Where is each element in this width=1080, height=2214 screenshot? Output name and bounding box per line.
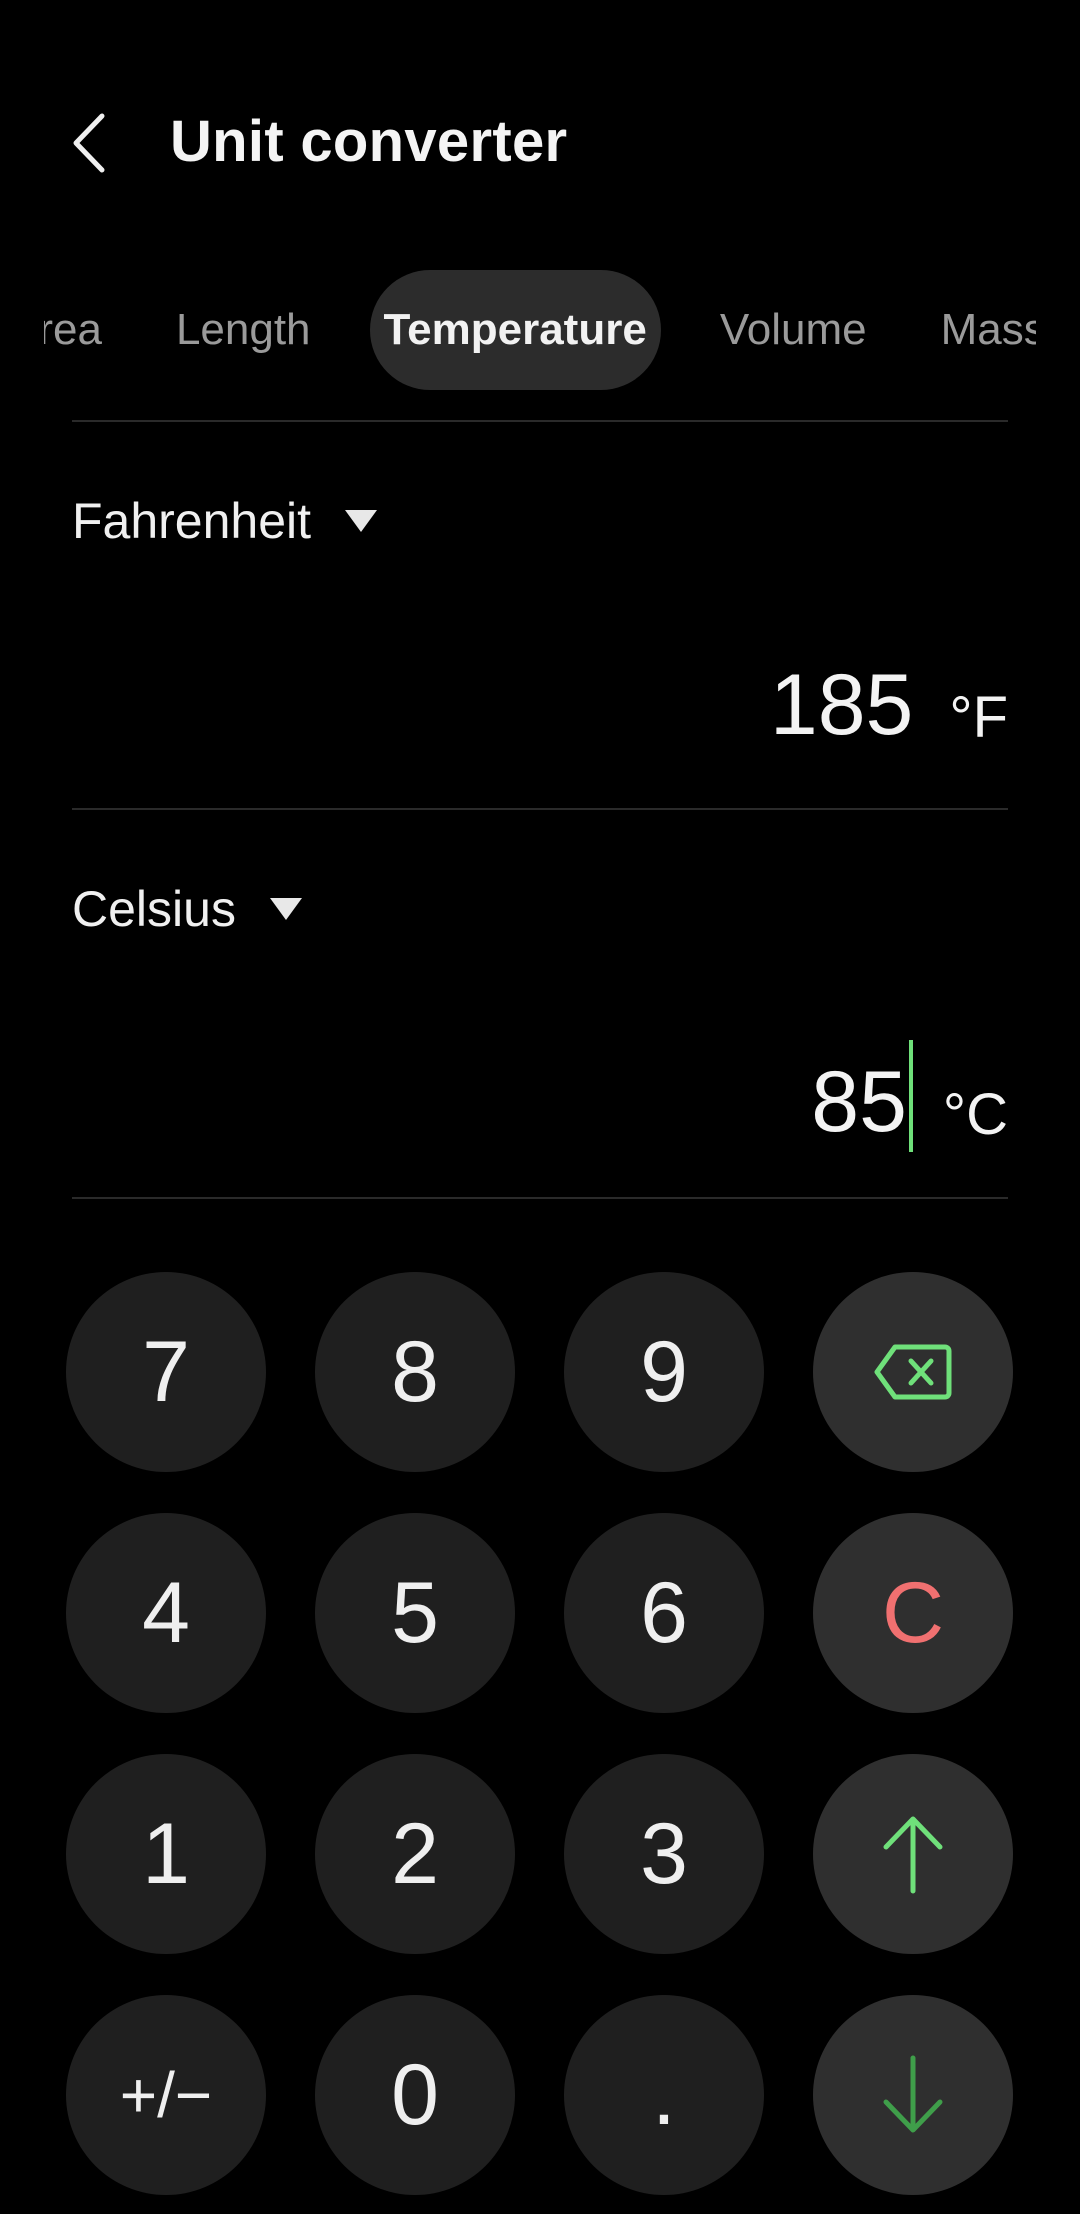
tab-volume[interactable]: Volume xyxy=(705,270,882,390)
key-6[interactable]: 6 xyxy=(564,1513,764,1713)
key-7[interactable]: 7 xyxy=(66,1272,266,1472)
to-unit-label: Celsius xyxy=(72,881,236,937)
key-plus-minus[interactable]: +/− xyxy=(66,1995,266,2195)
divider xyxy=(72,420,1008,422)
to-unit-symbol: °C xyxy=(942,1082,1008,1147)
key-4[interactable]: 4 xyxy=(66,1513,266,1713)
key-0[interactable]: 0 xyxy=(315,1995,515,2195)
divider xyxy=(72,1197,1008,1199)
from-unit-label: Fahrenheit xyxy=(72,493,312,549)
arrow-up-icon xyxy=(883,1816,943,1894)
to-value-field[interactable]: 85 °C xyxy=(811,1040,1008,1152)
from-value-field[interactable]: 185 °F xyxy=(770,656,1008,755)
move-up-button[interactable] xyxy=(813,1754,1013,1954)
arrow-down-icon xyxy=(883,2055,943,2133)
key-1[interactable]: 1 xyxy=(66,1754,266,1954)
dropdown-caret-icon xyxy=(269,898,302,920)
divider xyxy=(72,808,1008,810)
from-value: 185 xyxy=(769,657,914,753)
clear-button[interactable]: C xyxy=(813,1513,1013,1713)
back-button[interactable] xyxy=(62,108,122,178)
move-down-button[interactable] xyxy=(813,1995,1013,2195)
backspace-icon xyxy=(874,1344,952,1400)
key-5[interactable]: 5 xyxy=(315,1513,515,1713)
key-decimal[interactable]: . xyxy=(564,1995,764,2195)
dropdown-caret-icon xyxy=(345,510,378,532)
to-value: 85 xyxy=(811,1054,907,1150)
from-unit-dropdown[interactable]: Fahrenheit xyxy=(72,492,378,550)
category-tabs: Area Length Temperature Volume Mass xyxy=(44,270,1036,390)
page-title: Unit converter xyxy=(170,109,568,174)
text-cursor xyxy=(908,1040,913,1152)
chevron-left-icon xyxy=(73,113,105,173)
tab-area[interactable]: Area xyxy=(44,270,117,390)
key-8[interactable]: 8 xyxy=(315,1272,515,1472)
from-unit-symbol: °F xyxy=(949,685,1008,750)
tab-length[interactable]: Length xyxy=(161,270,326,390)
tab-temperature[interactable]: Temperature xyxy=(369,270,661,390)
key-2[interactable]: 2 xyxy=(315,1754,515,1954)
backspace-button[interactable] xyxy=(813,1272,1013,1472)
key-9[interactable]: 9 xyxy=(564,1272,764,1472)
key-3[interactable]: 3 xyxy=(564,1754,764,1954)
tab-mass[interactable]: Mass xyxy=(926,270,1036,390)
to-unit-dropdown[interactable]: Celsius xyxy=(72,880,302,938)
